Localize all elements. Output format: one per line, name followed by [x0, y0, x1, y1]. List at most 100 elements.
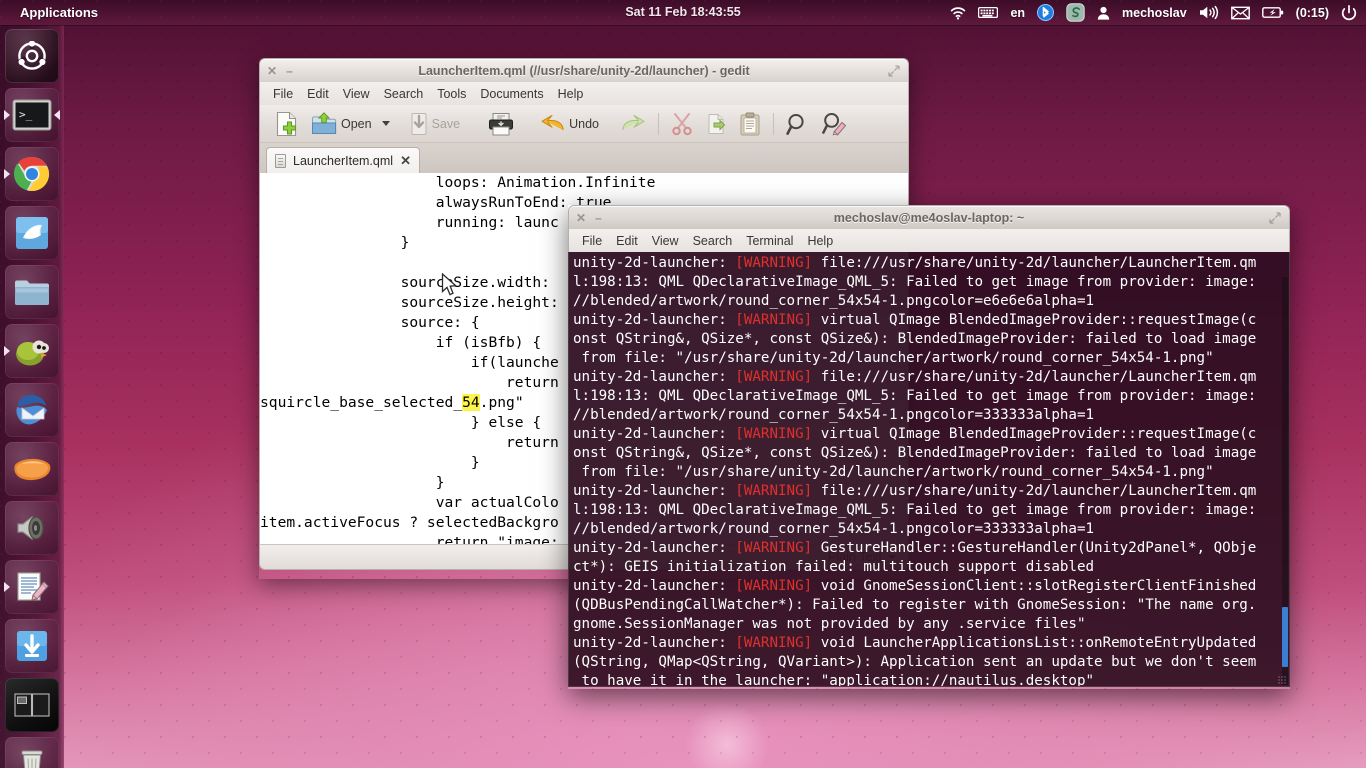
menu-edit[interactable]: Edit: [300, 85, 336, 103]
sidebar-item-gedit[interactable]: [4, 560, 59, 614]
sidebar-item-google-chrome[interactable]: [4, 147, 59, 201]
bluetooth-icon[interactable]: [1032, 0, 1059, 25]
terminal-window[interactable]: ✕ – mechoslav@me4oslav-laptop: ~ File Ed…: [568, 205, 1290, 689]
unity-launcher: >_: [0, 25, 64, 768]
terminal-window-title: mechoslav@me4oslav-laptop: ~: [833, 211, 1025, 225]
menu-help[interactable]: Help: [551, 85, 591, 103]
focused-indicator-right-icon: [54, 110, 60, 120]
maximize-icon[interactable]: [888, 65, 900, 77]
gimp-wilber-icon: [16, 340, 49, 366]
menu-terminal[interactable]: Terminal: [739, 232, 800, 250]
menu-search[interactable]: Search: [377, 85, 431, 103]
menu-file[interactable]: File: [266, 85, 300, 103]
save-label: Save: [431, 116, 461, 131]
sidebar-item-rhythmbox[interactable]: [5, 501, 59, 555]
keyboard-layout-label[interactable]: en: [1005, 0, 1030, 25]
gedit-menubar: File Edit View Search Tools Documents He…: [259, 82, 909, 105]
search-icon: [786, 113, 804, 135]
open-folder-icon: [312, 111, 337, 134]
sidebar-item-workspace-switcher[interactable]: [5, 678, 59, 732]
trash-icon: [21, 750, 43, 768]
cut-button[interactable]: [666, 109, 698, 139]
menu-tools[interactable]: Tools: [430, 85, 473, 103]
tab-launcheritem-qml[interactable]: LauncherItem.qml ✕: [266, 147, 420, 174]
gedit-window-title: LauncherItem.qml (//usr/share/unity-2d/l…: [418, 64, 750, 78]
menu-documents[interactable]: Documents: [473, 85, 550, 103]
open-file-button[interactable]: Open: [306, 109, 395, 139]
user-icon[interactable]: [1092, 0, 1115, 25]
terminal-menubar: File Edit View Search Terminal Help: [568, 229, 1290, 252]
menu-search[interactable]: Search: [686, 232, 740, 250]
terminal-output-area[interactable]: unity-2d-launcher: [WARNING] file:///usr…: [568, 252, 1290, 687]
terminal-log-text: unity-2d-launcher: [WARNING] file:///usr…: [573, 255, 1257, 687]
sidebar-item-file-manager[interactable]: [5, 265, 59, 319]
replace-button[interactable]: [817, 109, 853, 139]
terminal-scrollbar[interactable]: [1282, 277, 1288, 685]
undo-button[interactable]: Undo: [535, 110, 604, 138]
sidebar-item-thunderbird[interactable]: [5, 383, 59, 437]
menu-view[interactable]: View: [645, 232, 686, 250]
battery-icon[interactable]: [1257, 0, 1289, 25]
running-indicator-left-icon: [4, 346, 10, 356]
new-document-button[interactable]: [270, 108, 304, 140]
gedit-titlebar[interactable]: ✕ – LauncherItem.qml (//usr/share/unity-…: [259, 58, 909, 82]
running-indicator-left-icon: [4, 582, 10, 592]
resize-grip[interactable]: [1278, 676, 1286, 684]
maximize-icon[interactable]: [1269, 212, 1281, 224]
save-button[interactable]: Save: [405, 109, 466, 139]
blue-download-icon: [17, 631, 47, 661]
menu-file[interactable]: File: [575, 232, 609, 250]
sidebar-item-update-manager[interactable]: [5, 619, 59, 673]
print-button[interactable]: [483, 109, 519, 139]
workspace-icon: [14, 693, 50, 717]
text-editor-icon: [17, 572, 49, 601]
menu-view[interactable]: View: [336, 85, 377, 103]
folder-icon: [15, 280, 49, 305]
ubuntu-logo-icon: [17, 41, 47, 70]
chevron-down-icon[interactable]: [381, 121, 390, 126]
volume-icon[interactable]: [1194, 0, 1224, 25]
orange-bag-icon: [14, 458, 51, 481]
keyboard-icon[interactable]: [973, 0, 1003, 25]
paste-button[interactable]: [734, 109, 766, 139]
clipboard-icon: [740, 112, 760, 135]
copy-icon: [708, 113, 726, 134]
open-label: Open: [341, 116, 372, 131]
menu-edit[interactable]: Edit: [609, 232, 645, 250]
sidebar-item-files-marlin[interactable]: [5, 206, 59, 260]
sidebar-item-trash[interactable]: [5, 737, 59, 768]
svg-text:>_: >_: [19, 108, 33, 121]
scrollbar-thumb[interactable]: [1282, 607, 1288, 667]
scissors-icon: [672, 112, 692, 135]
undo-arrow-icon: [541, 114, 564, 130]
tab-label: LauncherItem.qml: [293, 154, 394, 168]
user-name-label[interactable]: mechoslav: [1117, 0, 1192, 25]
indicator-tray: en mechoslav (0:15): [945, 0, 1362, 25]
menu-help[interactable]: Help: [800, 232, 840, 250]
battery-time-label[interactable]: (0:15): [1291, 0, 1334, 25]
new-document-icon: [276, 111, 297, 136]
toolbar-separator-2: [772, 112, 774, 135]
redo-button[interactable]: [616, 110, 651, 138]
sidebar-item-terminal[interactable]: >_: [4, 88, 60, 142]
mail-icon[interactable]: [1226, 0, 1255, 25]
document-icon: [275, 154, 286, 168]
terminal-icon: >_: [12, 99, 52, 131]
terminal-titlebar[interactable]: ✕ – mechoslav@me4oslav-laptop: ~: [568, 205, 1290, 229]
applications-menu[interactable]: Applications: [12, 0, 106, 25]
running-indicator-left-icon: [4, 110, 10, 120]
mouse-cursor-icon: [441, 273, 457, 296]
find-replace-icon: [822, 112, 847, 136]
power-icon[interactable]: [1336, 0, 1362, 25]
chrome-icon: [14, 156, 50, 191]
redo-arrow-icon: [622, 114, 645, 130]
sync-icon[interactable]: [1061, 0, 1090, 25]
sidebar-item-gimp[interactable]: [4, 324, 59, 378]
running-indicator-left-icon: [4, 169, 10, 179]
wifi-icon[interactable]: [945, 0, 971, 25]
copy-button[interactable]: [700, 109, 732, 139]
tab-close-icon[interactable]: ✕: [400, 153, 411, 169]
sidebar-item-ubuntu-software-center[interactable]: [5, 442, 59, 496]
find-button[interactable]: [781, 109, 815, 139]
sidebar-item-dash-home[interactable]: [5, 29, 59, 83]
